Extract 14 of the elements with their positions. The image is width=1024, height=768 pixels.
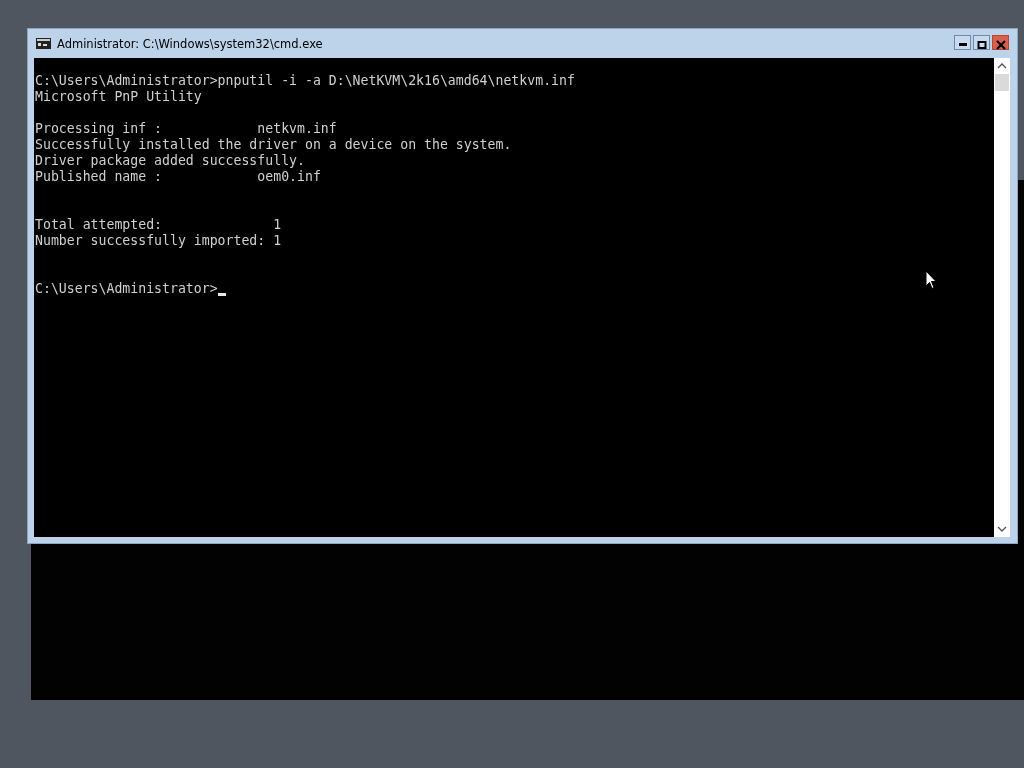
close-button[interactable] <box>992 35 1009 50</box>
text-cursor <box>217 293 226 296</box>
maximize-button[interactable] <box>973 35 990 50</box>
command-prompt[interactable]: C:\Users\Administrator> <box>35 281 218 297</box>
window-title: Administrator: C:\Windows\system32\cmd.exe <box>57 36 323 51</box>
console-icon <box>36 38 51 49</box>
minimize-button[interactable] <box>954 35 971 50</box>
console-output: C:\Users\Administrator>pnputil -i -a D:\NetKVM\2k16\amd64\netkvm.inf Microsoft PnP Utility Processing inf : netkvm.inf Successfully installed the driver on a device on the system. Driver package added successfully. Published name : oem0.inf Total attempted: 1 Number successfully imported: 1 <box>35 73 575 250</box>
maximize-icon <box>976 39 987 50</box>
scroll-thumb[interactable] <box>995 74 1009 91</box>
minimize-icon <box>958 43 967 46</box>
mouse-pointer-icon <box>925 270 937 290</box>
close-icon <box>995 39 1006 50</box>
scrollbar[interactable] <box>994 58 1010 537</box>
